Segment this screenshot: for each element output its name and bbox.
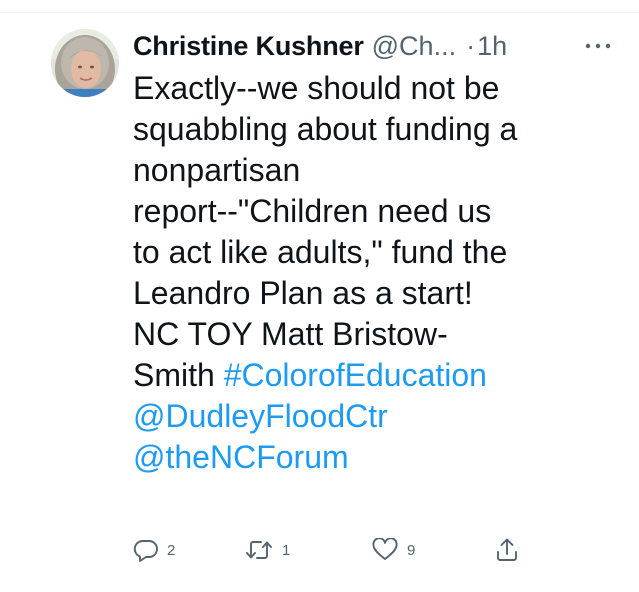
tweet-text-line: to act like adults," fund the [133,234,508,270]
tweet-text-line: Leandro Plan as a start! [133,275,473,311]
more-options-button[interactable] [581,34,615,58]
separator-dot: · [466,30,476,61]
like-count: 9 [407,541,416,559]
author-display-name[interactable]: Christine Kushner [133,31,364,62]
tweet-header: Christine Kushner @Ch... · 1h [133,28,623,64]
share-button[interactable] [495,535,519,565]
tweet-text-fragment: Smith [133,357,224,393]
retweet-count: 1 [282,541,291,559]
share-icon [497,538,517,561]
tweet-content: Christine Kushner @Ch... · 1h Exactly--w… [133,28,623,478]
author-handle[interactable]: @Ch... [372,31,456,62]
tweet-text-line: Exactly--we should not be [133,70,500,106]
reply-icon [133,540,158,562]
tweet-text-line: @theNCForum [133,437,603,478]
retweet-icon [246,541,272,559]
mention-link[interactable]: @DudleyFloodCtr [133,398,388,434]
tweet-text-line: nonpartisan [133,152,301,188]
tweet-text-line: report--"Children need us [133,193,492,229]
mention-link[interactable]: @theNCForum [133,439,349,475]
tweet-actions: 2 1 9 [133,535,533,565]
more-horizontal-icon [585,43,611,49]
tweet-text-line: squabbling about funding a [133,111,518,147]
tweet-text-line: @DudleyFloodCtr [133,396,603,437]
heart-icon [372,538,398,560]
tweet[interactable]: Christine Kushner @Ch... · 1h Exactly--w… [0,13,639,592]
tweet-text-line: NC TOY Matt Bristow- [133,316,448,352]
hashtag-link[interactable]: #ColorofEducation [224,357,487,393]
tweet-text: Exactly--we should not be squabbling abo… [133,68,603,478]
like-button[interactable]: 9 [371,535,415,565]
reply-button[interactable]: 2 [133,535,175,565]
retweet-button[interactable]: 1 [244,535,290,565]
tweet-text-line-last: Smith #ColorofEducation [133,355,603,396]
avatar-photo-icon [51,29,119,97]
author-avatar[interactable] [51,29,119,97]
tweet-time[interactable]: 1h [477,31,507,62]
reply-count: 2 [167,541,176,559]
